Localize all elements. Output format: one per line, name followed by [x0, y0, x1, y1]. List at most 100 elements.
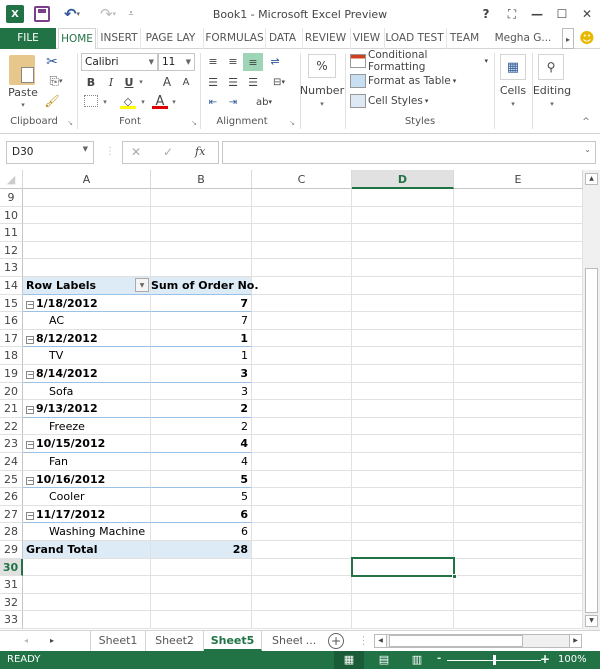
cell-a[interactable]: Washing Machine	[23, 523, 151, 541]
row-header[interactable]: 31	[0, 576, 23, 594]
formula-input[interactable]: ⌄	[222, 141, 596, 164]
borders-dropdown-icon[interactable]: ▾	[101, 95, 109, 109]
cell-c[interactable]	[252, 400, 352, 418]
cell-a[interactable]: Freeze	[23, 417, 151, 436]
smiley-feedback-icon[interactable]: ☻	[578, 28, 596, 49]
cut-icon[interactable]: ✂	[44, 54, 60, 70]
tab-page-layout[interactable]: PAGE LAY	[140, 28, 200, 49]
cell-c[interactable]	[252, 558, 352, 577]
cell-c[interactable]	[252, 294, 352, 313]
cell-c[interactable]	[252, 470, 352, 489]
cell-a[interactable]	[23, 241, 151, 260]
cell-d[interactable]	[352, 365, 454, 383]
cell-d[interactable]	[352, 523, 454, 541]
cell-e[interactable]	[454, 453, 583, 471]
cell-a[interactable]: TV	[23, 347, 151, 365]
cell-d[interactable]	[352, 206, 454, 225]
tab-view[interactable]: VIEW	[350, 28, 382, 49]
cell-c[interactable]	[252, 241, 352, 260]
cell-d[interactable]	[352, 576, 454, 594]
cell-e[interactable]	[454, 523, 583, 541]
user-account-menu[interactable]: Megha G... ▾	[492, 28, 554, 64]
scroll-tabs-right-button[interactable]: ▸	[562, 28, 574, 49]
font-color-dropdown-icon[interactable]: ▾	[170, 95, 178, 109]
cell-b[interactable]: 7	[151, 312, 252, 330]
collapse-minus-icon[interactable]: −	[26, 406, 34, 415]
row-header[interactable]: 25	[0, 470, 23, 489]
cell-c[interactable]	[252, 488, 352, 506]
cell-e[interactable]	[454, 611, 583, 629]
zoom-slider-thumb[interactable]	[493, 655, 496, 665]
worksheet-grid[interactable]: ◢ A B C D E 9 10 11 12 13 14 Row Labels ▼ Sum of…	[0, 170, 583, 630]
row-header[interactable]: 21	[0, 400, 23, 418]
column-header-d[interactable]: D	[352, 170, 454, 189]
underline-button[interactable]: U	[122, 75, 136, 89]
page-layout-view-icon[interactable]: ▤	[374, 651, 394, 669]
zoom-in-button[interactable]: +	[540, 652, 550, 666]
cell-e[interactable]	[454, 541, 583, 559]
row-header[interactable]: 9	[0, 189, 23, 207]
row-header[interactable]: 29	[0, 541, 23, 559]
number-group-button[interactable]: Number	[300, 83, 344, 97]
cell-e[interactable]	[454, 241, 583, 260]
cell-e[interactable]	[454, 470, 583, 489]
cell-styles-button[interactable]: Cell Styles ▾	[368, 93, 448, 109]
cell-c[interactable]	[252, 206, 352, 225]
cell-a[interactable]: Fan	[23, 453, 151, 471]
cell-b[interactable]	[151, 259, 252, 277]
row-header[interactable]: 14	[0, 277, 23, 295]
alignment-launcher-icon[interactable]: ↘	[288, 119, 296, 127]
cell-a[interactable]	[23, 576, 151, 594]
cell-e[interactable]	[454, 400, 583, 418]
cell-a[interactable]	[23, 593, 151, 612]
cells-button[interactable]: Cells	[498, 83, 528, 97]
cell-e[interactable]	[454, 417, 583, 436]
help-button[interactable]: ?	[477, 5, 495, 23]
cell-a[interactable]	[23, 189, 151, 207]
cell-c[interactable]	[252, 435, 352, 453]
paste-icon[interactable]	[9, 55, 35, 85]
cell-d[interactable]	[352, 470, 454, 489]
underline-dropdown-icon[interactable]: ▾	[137, 75, 145, 89]
bold-button[interactable]: B	[84, 75, 98, 89]
horizontal-scrollbar[interactable]: ◀ ▶	[374, 634, 582, 648]
cell-a[interactable]: −10/16/2012	[23, 470, 151, 489]
row-header[interactable]: 30	[0, 558, 23, 577]
cell-e[interactable]	[454, 347, 583, 365]
vertical-scroll-thumb[interactable]	[585, 268, 598, 613]
cell-a[interactable]: −1/18/2012	[23, 294, 151, 313]
cell-e[interactable]	[454, 224, 583, 242]
cell-e[interactable]	[454, 593, 583, 612]
cell-a[interactable]: −11/17/2012	[23, 505, 151, 524]
cell-b[interactable]	[151, 224, 252, 242]
fill-color-dropdown-icon[interactable]: ▾	[139, 95, 147, 109]
row-header[interactable]: 19	[0, 365, 23, 383]
name-box[interactable]: D30 ▼	[6, 141, 94, 164]
number-dropdown-icon[interactable]: ▾	[318, 99, 326, 109]
cell-e[interactable]	[454, 189, 583, 207]
cell-a[interactable]: −8/14/2012	[23, 365, 151, 383]
cell-e[interactable]	[454, 329, 583, 348]
decrease-indent-icon[interactable]: ⇤	[205, 95, 221, 109]
cell-b[interactable]: 4	[151, 453, 252, 471]
cell-d[interactable]	[352, 505, 454, 524]
align-left-icon[interactable]: ☰	[205, 75, 221, 89]
row-header[interactable]: 15	[0, 294, 23, 313]
enter-check-icon[interactable]: ✓	[163, 145, 173, 159]
sheet-tab-sheet5[interactable]: Sheet5	[204, 631, 262, 651]
cell-b[interactable]: 2	[151, 400, 252, 418]
cell-a[interactable]	[23, 558, 151, 577]
cell-c[interactable]	[252, 611, 352, 629]
clipboard-launcher-icon[interactable]: ↘	[66, 119, 74, 127]
cells-dropdown-icon[interactable]: ▾	[509, 99, 517, 109]
cell-a[interactable]: Sofa	[23, 382, 151, 401]
cell-c[interactable]	[252, 365, 352, 383]
shrink-font-button[interactable]: A	[180, 76, 192, 89]
cell-a[interactable]: Grand Total	[23, 541, 151, 559]
cell-e[interactable]	[454, 576, 583, 594]
maximize-button[interactable]: ☐	[553, 5, 571, 23]
next-sheet-button[interactable]: ▸	[44, 631, 60, 651]
scroll-left-button[interactable]: ◀	[375, 635, 387, 647]
cell-a[interactable]: AC	[23, 312, 151, 330]
row-header[interactable]: 32	[0, 593, 23, 612]
